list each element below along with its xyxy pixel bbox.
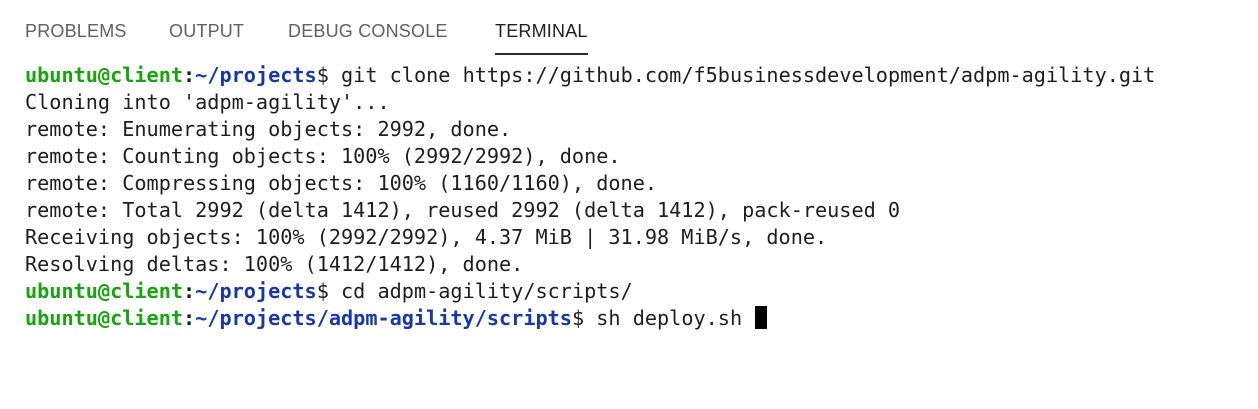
terminal-output-line: Receiving objects: 100% (2992/2992), 4.3…: [25, 225, 828, 249]
tab-problems[interactable]: PROBLEMS: [25, 20, 127, 42]
prompt-colon: :: [183, 306, 196, 330]
active-tab-indicator: [495, 53, 588, 55]
tab-terminal-label: TERMINAL: [495, 21, 588, 41]
prompt-colon: :: [183, 63, 196, 87]
panel-tab-bar: PROBLEMS OUTPUT DEBUG CONSOLE TERMINAL: [0, 0, 1258, 70]
terminal-output-line: Cloning into 'adpm-agility'...: [25, 90, 390, 114]
prompt-symbol: $: [316, 279, 329, 303]
prompt-symbol: $: [316, 63, 329, 87]
prompt-user-host: ubuntu@client: [25, 306, 184, 330]
prompt-user-host: ubuntu@client: [25, 63, 184, 87]
tab-output[interactable]: OUTPUT: [169, 20, 244, 42]
terminal-output-line: remote: Counting objects: 100% (2992/299…: [25, 144, 621, 168]
terminal-output[interactable]: ubuntu@client:~/projects$ git clone http…: [25, 62, 1250, 332]
prompt-path: ~/projects/adpm-agility/scripts: [195, 306, 572, 330]
prompt-path: ~/projects: [195, 63, 317, 87]
prompt-colon: :: [183, 279, 196, 303]
tab-terminal[interactable]: TERMINAL: [495, 20, 588, 55]
terminal-prompt-line: ubuntu@client:~/projects/adpm-agility/sc…: [25, 305, 1250, 332]
prompt-command: sh deploy.sh: [584, 306, 755, 330]
prompt-command: git clone https://github.com/f5businessd…: [328, 63, 1156, 87]
terminal-output-line: remote: Total 2992 (delta 1412), reused …: [25, 198, 901, 222]
terminal-cursor: [755, 306, 768, 329]
terminal-prompt-line: ubuntu@client:~/projects$ cd adpm-agilit…: [25, 278, 1250, 305]
prompt-symbol: $: [571, 306, 585, 330]
prompt-command: cd adpm-agility/scripts/: [328, 279, 633, 303]
prompt-user-host: ubuntu@client: [25, 279, 184, 303]
terminal-output-line: remote: Compressing objects: 100% (1160/…: [25, 171, 658, 195]
terminal-output-line: Resolving deltas: 100% (1412/1412), done…: [25, 252, 524, 276]
terminal-prompt-line: ubuntu@client:~/projects$ git clone http…: [25, 62, 1250, 89]
tab-debug-console[interactable]: DEBUG CONSOLE: [288, 20, 448, 42]
prompt-path: ~/projects: [195, 279, 317, 303]
terminal-output-line: remote: Enumerating objects: 2992, done.: [25, 117, 512, 141]
